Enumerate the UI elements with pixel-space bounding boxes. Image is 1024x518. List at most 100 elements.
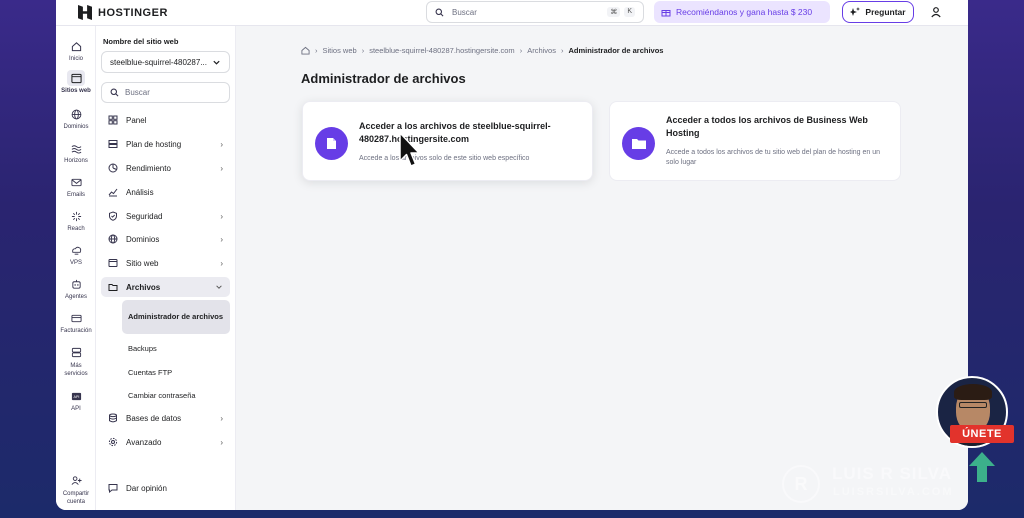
folder-icon xyxy=(622,127,655,160)
sidebar-item-label: Plan de hosting xyxy=(126,139,182,149)
sidebar-item-plan-de-hosting[interactable]: Plan de hosting › xyxy=(101,134,230,154)
share-account-icon xyxy=(71,475,82,485)
sparkle-icon xyxy=(850,7,861,16)
sidebar-subitem-label: Cuentas FTP xyxy=(128,367,173,377)
shortcut-cmd: ⌘ xyxy=(607,7,621,17)
chevron-right-icon: › xyxy=(220,413,223,423)
rail-item-vps[interactable]: VPS xyxy=(56,242,96,266)
user-account-icon[interactable] xyxy=(930,6,942,18)
ask-ai-button[interactable]: Preguntar xyxy=(842,1,914,23)
brand-name: HOSTINGER xyxy=(98,6,168,19)
referral-promo-button[interactable]: Recomiéndanos y gana hasta $ 230 xyxy=(654,1,830,23)
breadcrumb-separator: › xyxy=(315,46,318,55)
primary-nav-rail: Inicio Sitios web Dominios Horizons Emai… xyxy=(56,26,96,510)
sidebar-item-seguridad[interactable]: Seguridad › xyxy=(101,206,230,226)
sidebar-item-label: Bases de datos xyxy=(126,413,182,423)
breadcrumb: › Sitios web › steelblue-squirrel-480287… xyxy=(301,46,663,55)
chevron-right-icon: › xyxy=(220,234,223,244)
sidebar-subitem-cambiar-contrasena[interactable]: Cambiar contraseña xyxy=(122,387,230,403)
rail-item-reach[interactable]: Reach xyxy=(56,208,96,232)
svg-text:API: API xyxy=(73,394,79,398)
ask-label: Preguntar xyxy=(865,7,906,17)
breadcrumb-item[interactable]: steelblue-squirrel-480287.hostingersite.… xyxy=(369,46,515,55)
sidebar-item-label: Avanzado xyxy=(126,437,162,447)
breadcrumb-separator: › xyxy=(519,46,523,55)
sidebar-item-label: Panel xyxy=(126,115,147,125)
card-title: Acceder a los archivos de steelblue-squi… xyxy=(359,121,551,144)
rail-label: API xyxy=(71,406,81,412)
gear-icon xyxy=(108,437,118,447)
global-search-input[interactable]: Buscar ⌘ K xyxy=(426,1,644,23)
rail-item-dominios[interactable]: Dominios xyxy=(56,106,96,130)
rail-item-sitios-web[interactable]: Sitios web xyxy=(56,70,96,94)
rail-label: Horizons xyxy=(64,158,88,164)
chevron-down-icon xyxy=(216,285,222,289)
search-placeholder: Buscar xyxy=(452,7,477,17)
sidebar-item-rendimiento[interactable]: Rendimiento › xyxy=(101,158,230,178)
file-icon xyxy=(315,127,348,160)
all-files-card[interactable]: Acceder a todos los archivos de Business… xyxy=(609,101,901,181)
breadcrumb-item[interactable]: Archivos xyxy=(527,46,556,55)
rail-label: Emails xyxy=(66,192,85,198)
rail-item-horizons[interactable]: Horizons xyxy=(56,140,96,164)
performance-icon xyxy=(108,163,118,173)
sidebar-item-archivos[interactable]: Archivos xyxy=(101,277,230,297)
rail-label: Facturación xyxy=(60,328,92,334)
rail-item-mas-servicios[interactable]: Más servicios xyxy=(56,344,96,378)
globe-icon xyxy=(71,109,81,119)
chevron-right-icon: › xyxy=(220,437,223,447)
main-content: › Sitios web › steelblue-squirrel-480287… xyxy=(236,26,968,510)
sidebar-subitem-label: Cambiar contraseña xyxy=(128,390,196,400)
sidebar-item-bases-de-datos[interactable]: Bases de datos › xyxy=(101,408,230,428)
breadcrumb-separator: › xyxy=(560,46,564,55)
rail-item-emails[interactable]: Emails xyxy=(56,174,96,198)
site-selector-dropdown[interactable]: steelblue-squirrel-480287... xyxy=(101,51,230,73)
search-shortcut: ⌘ K xyxy=(607,7,635,17)
browser-icon xyxy=(108,259,118,267)
rail-item-compartir-cuenta[interactable]: Compartir cuenta xyxy=(56,472,96,506)
join-badge[interactable]: ÚNETE xyxy=(950,425,1014,443)
globe-icon xyxy=(108,234,118,244)
folder-icon xyxy=(108,284,118,291)
sidebar-subitem-administrador-de-archivos[interactable]: Administrador de archivos xyxy=(122,300,230,334)
chevron-right-icon: › xyxy=(220,211,223,221)
breadcrumb-current: Administrador de archivos xyxy=(568,46,664,55)
rail-label: Sitios web xyxy=(61,88,91,94)
feedback-label: Dar opinión xyxy=(126,483,167,493)
sidebar-item-panel[interactable]: Panel xyxy=(101,110,230,130)
rail-label: Más servicios xyxy=(64,363,88,377)
shortcut-k: K xyxy=(624,7,635,17)
breadcrumb-separator: › xyxy=(361,46,365,55)
sidebar-item-sitio-web[interactable]: Sitio web › xyxy=(101,253,230,273)
give-feedback-button[interactable]: Dar opinión xyxy=(101,478,230,498)
site-files-card[interactable]: Acceder a los archivos de steelblue-squi… xyxy=(302,101,593,181)
rail-item-inicio[interactable]: Inicio xyxy=(56,38,96,62)
sidebar-item-label: Análisis xyxy=(126,187,154,197)
rail-label: Reach xyxy=(67,226,85,232)
rail-item-agentes[interactable]: Agentes xyxy=(56,276,96,300)
sidebar-search-input[interactable]: Buscar xyxy=(101,82,230,103)
card-description: Accede a todos los archivos de tu sitio … xyxy=(666,149,881,166)
rail-item-facturacion[interactable]: Facturación xyxy=(56,310,96,334)
sidebar-subitem-backups[interactable]: Backups xyxy=(122,340,230,356)
analytics-icon xyxy=(108,188,118,197)
rail-item-api[interactable]: API API xyxy=(56,388,96,412)
breadcrumb-item[interactable]: Sitios web xyxy=(323,46,357,55)
grid-icon xyxy=(108,115,118,125)
chevron-right-icon: › xyxy=(220,163,223,173)
website-sidebar: Nombre del sitio web steelblue-squirrel-… xyxy=(96,26,236,510)
sidebar-item-label: Archivos xyxy=(126,282,161,292)
hostinger-logo[interactable]: HOSTINGER xyxy=(78,5,168,20)
websites-icon xyxy=(70,73,82,83)
arrow-up-icon xyxy=(969,452,995,482)
home-icon[interactable] xyxy=(301,46,310,55)
sidebar-item-avanzado[interactable]: Avanzado › xyxy=(101,432,230,452)
rail-label: VPS xyxy=(69,260,82,266)
hostinger-logo-icon xyxy=(78,5,92,20)
sidebar-item-analisis[interactable]: Análisis xyxy=(101,182,230,202)
chevron-down-icon xyxy=(213,60,220,65)
sidebar-subitem-cuentas-ftp[interactable]: Cuentas FTP xyxy=(122,364,230,380)
sidebar-search-placeholder: Buscar xyxy=(125,88,150,97)
card-title: Acceder a todos los archivos de Business… xyxy=(666,115,868,138)
sidebar-item-dominios[interactable]: Dominios › xyxy=(101,229,230,249)
